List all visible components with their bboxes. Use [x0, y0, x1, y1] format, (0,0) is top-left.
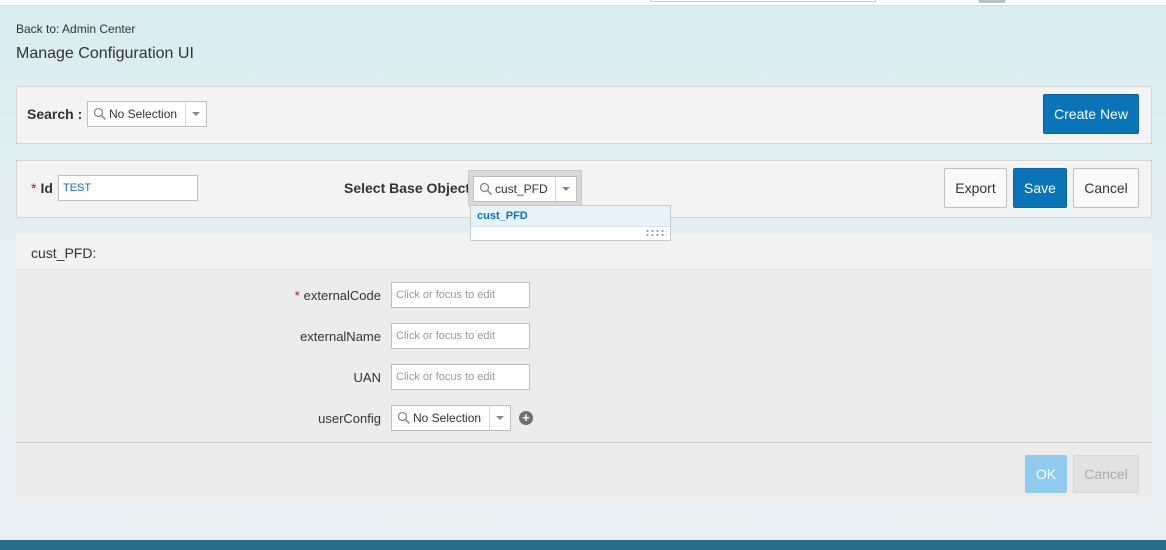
search-icon [479, 182, 493, 196]
search-select[interactable]: No Selection [87, 101, 207, 127]
external-code-input[interactable]: Click or focus to edit [391, 282, 530, 308]
user-config-select[interactable]: No Selection [391, 405, 511, 431]
base-object-value: cust_PFD [495, 182, 548, 196]
create-new-button[interactable]: Create New [1043, 94, 1139, 134]
chevron-down-icon[interactable] [489, 406, 510, 430]
search-label: Search : [27, 106, 83, 122]
chevron-down-icon[interactable] [555, 177, 576, 201]
user-avatar-fragment[interactable] [978, 0, 1006, 3]
external-code-label-text: externalCode [303, 288, 381, 303]
external-name-placeholder: Click or focus to edit [396, 330, 496, 342]
external-code-label: * externalCode [181, 288, 381, 303]
id-label: * Id [31, 180, 53, 196]
page-title: Manage Configuration UI [16, 45, 194, 62]
search-panel: Search : No Selection Create New [16, 86, 1152, 144]
user-config-label: userConfig [318, 411, 381, 426]
search-icon [397, 411, 411, 425]
id-input[interactable]: TEST [58, 175, 198, 201]
resize-grip-icon[interactable] [645, 229, 667, 238]
uan-label: UAN [353, 370, 381, 385]
export-button[interactable]: Export [944, 168, 1007, 208]
id-label-text: Id [40, 180, 53, 196]
cancel-button[interactable]: Cancel [1073, 168, 1139, 208]
save-button[interactable]: Save [1013, 168, 1067, 208]
bottom-bar [0, 540, 1166, 550]
base-object-select[interactable]: cust_PFD [473, 176, 577, 202]
chevron-down-icon[interactable] [185, 102, 206, 126]
dropdown-option-cust-pfd[interactable]: cust_PFD [471, 206, 670, 227]
object-section: cust_PFD: * externalCode Click or focus t… [16, 234, 1152, 503]
add-circle-icon[interactable]: + [519, 411, 533, 425]
base-object-dropdown: cust_PFD [470, 205, 671, 241]
top-search-box-fragment[interactable] [650, 0, 876, 2]
external-name-input[interactable]: Click or focus to edit [391, 323, 530, 349]
uan-input[interactable]: Click or focus to edit [391, 364, 530, 390]
ok-button[interactable]: OK [1025, 455, 1067, 493]
user-config-value: No Selection [413, 411, 482, 425]
top-bar [0, 0, 1166, 6]
external-name-label: externalName [300, 329, 381, 344]
back-to-admin-center-link[interactable]: Back to: Admin Center [16, 22, 135, 36]
uan-placeholder: Click or focus to edit [396, 371, 496, 383]
section-footer: OK Cancel [16, 442, 1152, 503]
section-title: cust_PFD: [31, 245, 97, 261]
footer-cancel-button[interactable]: Cancel [1073, 455, 1139, 493]
external-code-placeholder: Click or focus to edit [396, 289, 496, 301]
select-base-object-label: Select Base Object [344, 180, 471, 196]
required-marker: * [294, 288, 300, 303]
search-icon [93, 107, 107, 121]
search-select-value: No Selection [109, 107, 178, 121]
required-marker: * [31, 180, 37, 196]
